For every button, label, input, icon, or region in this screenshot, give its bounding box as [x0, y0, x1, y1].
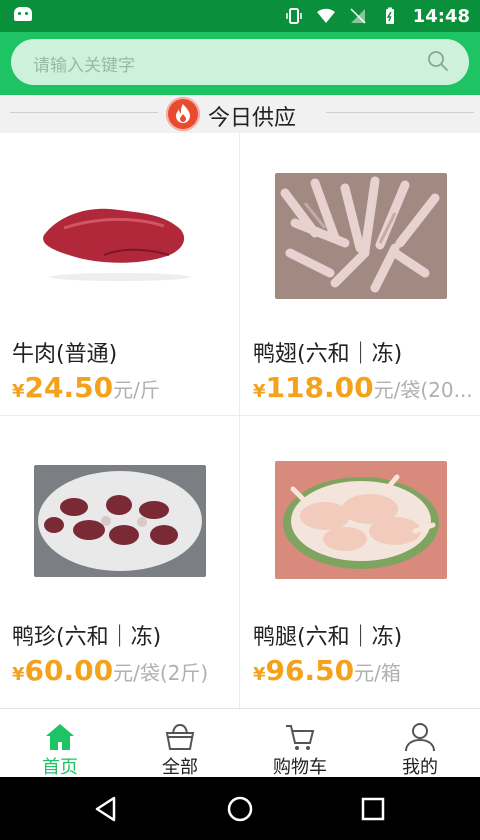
section-header: 今日供应: [0, 95, 480, 133]
product-image-beef: [34, 173, 206, 299]
currency-symbol: ¥: [253, 664, 266, 685]
flame-icon: [166, 97, 200, 131]
product-card[interactable]: 鸭珍(六和｜冻) ¥60.00元/袋(2斤): [0, 416, 239, 698]
price-unit: 元/袋(2斤): [113, 661, 209, 685]
divider: [239, 133, 240, 708]
tab-all[interactable]: 全部: [120, 709, 240, 778]
tab-label: 购物车: [273, 757, 327, 778]
product-price: ¥118.00元/袋(20...: [253, 371, 473, 404]
divider: [326, 112, 474, 113]
bottom-tab-bar: 首页 全部 购物车 我的: [0, 708, 480, 778]
tab-cart[interactable]: 购物车: [240, 709, 360, 778]
product-image-duck-wings: [275, 173, 447, 299]
search-placeholder: 请输入关键字: [33, 56, 135, 76]
search-icon[interactable]: [427, 50, 449, 72]
back-icon[interactable]: [90, 793, 122, 825]
search-input[interactable]: 请输入关键字: [11, 39, 469, 85]
header: 请输入关键字: [0, 32, 480, 95]
product-card[interactable]: 牛肉(普通) ¥24.50元/斤: [0, 133, 239, 415]
battery-icon: [385, 7, 394, 24]
tab-home[interactable]: 首页: [0, 709, 120, 778]
product-name: 牛肉(普通): [12, 342, 118, 367]
tab-label: 首页: [42, 757, 78, 778]
vibrate-icon: [285, 8, 302, 24]
recents-icon[interactable]: [357, 793, 389, 825]
clock: 14:48: [412, 5, 470, 27]
currency-symbol: ¥: [253, 381, 266, 402]
product-name: 鸭翅(六和｜冻): [253, 342, 403, 367]
system-nav-bar: [0, 777, 480, 840]
no-signal-icon: [350, 8, 366, 24]
product-image-duck-legs: [275, 461, 447, 579]
price-value: 118.00: [265, 371, 374, 404]
product-price: ¥96.50元/箱: [253, 654, 473, 687]
currency-symbol: ¥: [12, 664, 25, 685]
price-unit: 元/斤: [113, 378, 160, 402]
price-unit: 元/箱: [354, 661, 401, 685]
status-bar: 14:48: [0, 0, 480, 32]
home-nav-icon[interactable]: [224, 793, 256, 825]
home-icon: [46, 724, 74, 750]
price-value: 24.50: [24, 371, 114, 404]
tab-label: 全部: [162, 757, 198, 778]
price-unit: 元/袋(20...: [373, 378, 473, 402]
price-value: 96.50: [265, 654, 355, 687]
product-grid: 牛肉(普通) ¥24.50元/斤 鸭翅(六和｜冻) ¥118.00元/袋(20.…: [0, 133, 480, 708]
wifi-icon: [316, 8, 335, 23]
android-icon: [14, 7, 32, 21]
product-name: 鸭腿(六和｜冻): [253, 625, 403, 650]
user-icon: [405, 723, 435, 752]
product-image-duck-gizzard: [34, 465, 206, 577]
product-card[interactable]: 鸭翅(六和｜冻) ¥118.00元/袋(20...: [241, 133, 480, 415]
product-price: ¥60.00元/袋(2斤): [12, 654, 232, 687]
product-price: ¥24.50元/斤: [12, 371, 232, 404]
product-name: 鸭珍(六和｜冻): [12, 625, 162, 650]
tab-label: 我的: [402, 757, 438, 778]
divider: [10, 112, 158, 113]
section-title: 今日供应: [208, 106, 297, 131]
currency-symbol: ¥: [12, 381, 25, 402]
product-card[interactable]: 鸭腿(六和｜冻) ¥96.50元/箱: [241, 416, 480, 698]
price-value: 60.00: [24, 654, 114, 687]
cart-icon: [286, 725, 315, 750]
tab-profile[interactable]: 我的: [360, 709, 480, 778]
basket-icon: [165, 723, 195, 750]
